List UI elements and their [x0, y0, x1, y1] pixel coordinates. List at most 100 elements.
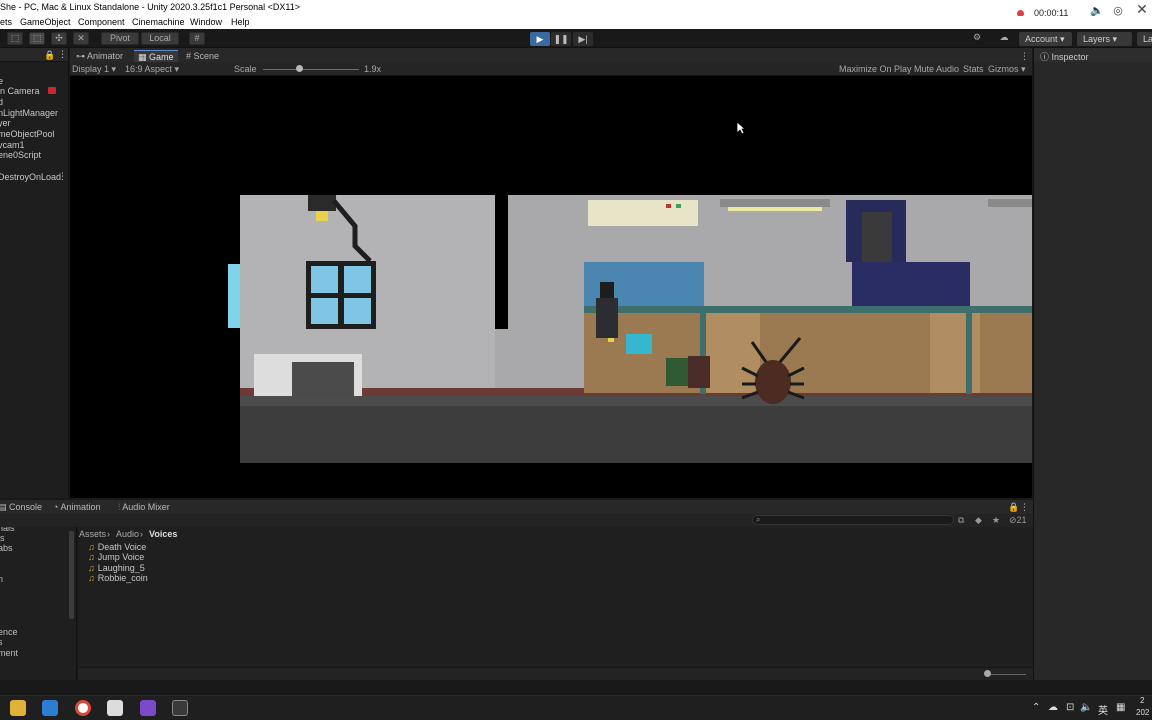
filter-icon[interactable]: ⧉	[958, 515, 964, 526]
hierarchy-item[interactable]: ene0Script	[0, 150, 41, 160]
scale-value: 1.9x	[364, 64, 382, 74]
project-search-input[interactable]: ⌕	[752, 515, 954, 525]
layers-label: Layers	[1083, 34, 1111, 44]
menu-gameobject[interactable]: GameObject	[20, 17, 71, 27]
hidden-count: 21	[1016, 515, 1027, 525]
folder-item[interactable]: ls	[0, 533, 5, 543]
zoom-slider-track[interactable]	[986, 674, 1026, 675]
stats-toggle[interactable]: Stats	[963, 64, 984, 74]
cloud-icon[interactable]: ☁	[996, 32, 1012, 45]
scale-slider-track[interactable]	[263, 69, 359, 70]
transform-tool-icon[interactable]: ⬚	[29, 32, 45, 45]
hierarchy-item[interactable]: e	[0, 76, 3, 86]
audio-clip-icon: ♫	[88, 552, 95, 562]
hidden-packages-toggle[interactable]: ⊘21	[1009, 515, 1027, 526]
layout-dropdown[interactable]: La	[1137, 32, 1152, 46]
menu-help[interactable]: Help	[231, 17, 250, 27]
star-icon[interactable]: ★	[992, 515, 1000, 526]
cloud-icon[interactable]: ☁	[1048, 702, 1058, 713]
display-dropdown[interactable]: Display 1 ▾	[72, 64, 116, 75]
more-icon[interactable]: ⋮	[1020, 502, 1029, 513]
tab-animator[interactable]: ⊶ Animator	[76, 50, 123, 62]
inspector-tab[interactable]: ⓘ Inspector	[1040, 50, 1089, 63]
menu-component[interactable]: Component	[78, 17, 125, 27]
hierarchy-item[interactable]: in Camera	[0, 86, 40, 96]
gizmos-dropdown[interactable]: Gizmos ▾	[988, 64, 1026, 75]
scrollbar[interactable]	[69, 531, 74, 619]
tab-game[interactable]: ▦ Game	[134, 50, 178, 62]
hierarchy-item[interactable]: DestroyOnLoad	[0, 172, 61, 182]
layers-dropdown[interactable]: Layers ▾	[1077, 32, 1132, 46]
chevron-right-icon: ›	[140, 529, 143, 539]
chrome-icon[interactable]	[75, 700, 91, 716]
custom-tool-icon[interactable]: ✕	[73, 32, 89, 45]
more-icon[interactable]: ⋮	[1020, 50, 1029, 62]
ime-indicator[interactable]: 英	[1098, 702, 1108, 717]
hierarchy-item[interactable]: vcam1	[0, 140, 25, 150]
lock-icon[interactable]: 🔒	[1008, 502, 1019, 513]
breadcrumb-voices[interactable]: Voices	[149, 529, 177, 539]
pause-button[interactable]: ❚❚	[551, 32, 571, 46]
game-viewport[interactable]	[70, 76, 1032, 498]
chevron-up-icon[interactable]: ⌃	[1032, 702, 1040, 713]
audio-file-item[interactable]: ♫ Death Voice	[88, 542, 146, 552]
menu-window[interactable]: Window	[190, 17, 222, 27]
clock-date[interactable]: 202	[1136, 708, 1149, 717]
rect-tool-icon[interactable]: ⬚	[7, 32, 23, 45]
tab-animation[interactable]: ◔ Animation	[53, 502, 100, 512]
app-icon[interactable]	[107, 700, 123, 716]
game-view-toolbar: Display 1 ▾ 16:9 Aspect ▾ Scale 1.9x Max…	[70, 62, 1032, 76]
step-button[interactable]: ▶|	[573, 32, 593, 46]
folder-item[interactable]: s	[0, 637, 3, 647]
menu-assets[interactable]: ets	[0, 17, 12, 27]
ime-grid-icon[interactable]: ▦	[1116, 702, 1125, 713]
collab-icon[interactable]: ⚙	[970, 32, 984, 45]
rubble	[292, 362, 354, 396]
hierarchy-item[interactable]: d	[0, 97, 3, 107]
more-icon[interactable]: ⋮	[58, 49, 67, 60]
aspect-dropdown[interactable]: 16:9 Aspect ▾	[125, 64, 179, 75]
scale-slider-knob[interactable]	[296, 65, 303, 72]
unity-icon[interactable]	[172, 700, 188, 716]
mute-audio-toggle[interactable]: Mute Audio	[914, 64, 959, 74]
folder-item[interactable]: ence	[0, 627, 18, 637]
account-dropdown[interactable]: Account ▾	[1019, 32, 1072, 46]
clock-time[interactable]: 2	[1140, 696, 1144, 705]
zoom-slider-knob[interactable]	[984, 670, 991, 677]
scale-tool-icon[interactable]: ✣	[51, 32, 67, 45]
label-icon[interactable]: ◆	[975, 515, 982, 526]
hierarchy-item[interactable]: yer	[0, 118, 11, 128]
hierarchy-item[interactable]: nLightManager	[0, 108, 58, 118]
local-toggle[interactable]: Local	[141, 32, 179, 45]
play-button[interactable]: ▶	[530, 32, 550, 46]
volume-icon[interactable]: 🔈	[1080, 702, 1092, 713]
close-icon[interactable]: ✕	[1136, 2, 1148, 16]
folder-item[interactable]: n	[0, 574, 3, 584]
lock-icon[interactable]: 🔒	[44, 50, 55, 61]
audio-file-item[interactable]: ♫ Laughing_5	[88, 563, 145, 573]
player-head	[600, 282, 614, 298]
mail-icon[interactable]	[42, 700, 58, 716]
hierarchy-item[interactable]: meObjectPool	[0, 129, 55, 139]
inspector-header: ⓘ Inspector	[1034, 48, 1152, 62]
audio-file-item[interactable]: ♫ Robbie_coin	[88, 573, 148, 583]
folder-item[interactable]: abs	[0, 543, 13, 553]
gizmos-label: Gizmos	[988, 64, 1019, 74]
file-explorer-icon[interactable]	[10, 700, 26, 716]
network-icon[interactable]: ⊡	[1066, 702, 1074, 713]
player-feet	[608, 338, 614, 342]
tab-scene[interactable]: # Scene	[186, 50, 219, 62]
visual-studio-icon[interactable]	[140, 700, 156, 716]
folder-item[interactable]: ment	[0, 648, 18, 658]
pivot-toggle[interactable]: Pivot	[101, 32, 139, 45]
tab-console[interactable]: ▤ Console	[0, 502, 42, 513]
audio-file-item[interactable]: ♫ Jump Voice	[88, 552, 144, 562]
breadcrumb-audio[interactable]: Audio	[116, 529, 139, 539]
tab-audio-mixer[interactable]: ⫶ Audio Mixer	[118, 502, 170, 513]
maximize-on-play-toggle[interactable]: Maximize On Play	[839, 64, 912, 74]
menu-cinemachine[interactable]: Cinemachine	[132, 17, 185, 27]
tab-animation-label: Animation	[60, 502, 101, 512]
grid-snap-icon[interactable]: #	[189, 32, 205, 45]
more-icon[interactable]: ⋮	[58, 171, 67, 182]
breadcrumb-assets[interactable]: Assets	[79, 529, 106, 539]
